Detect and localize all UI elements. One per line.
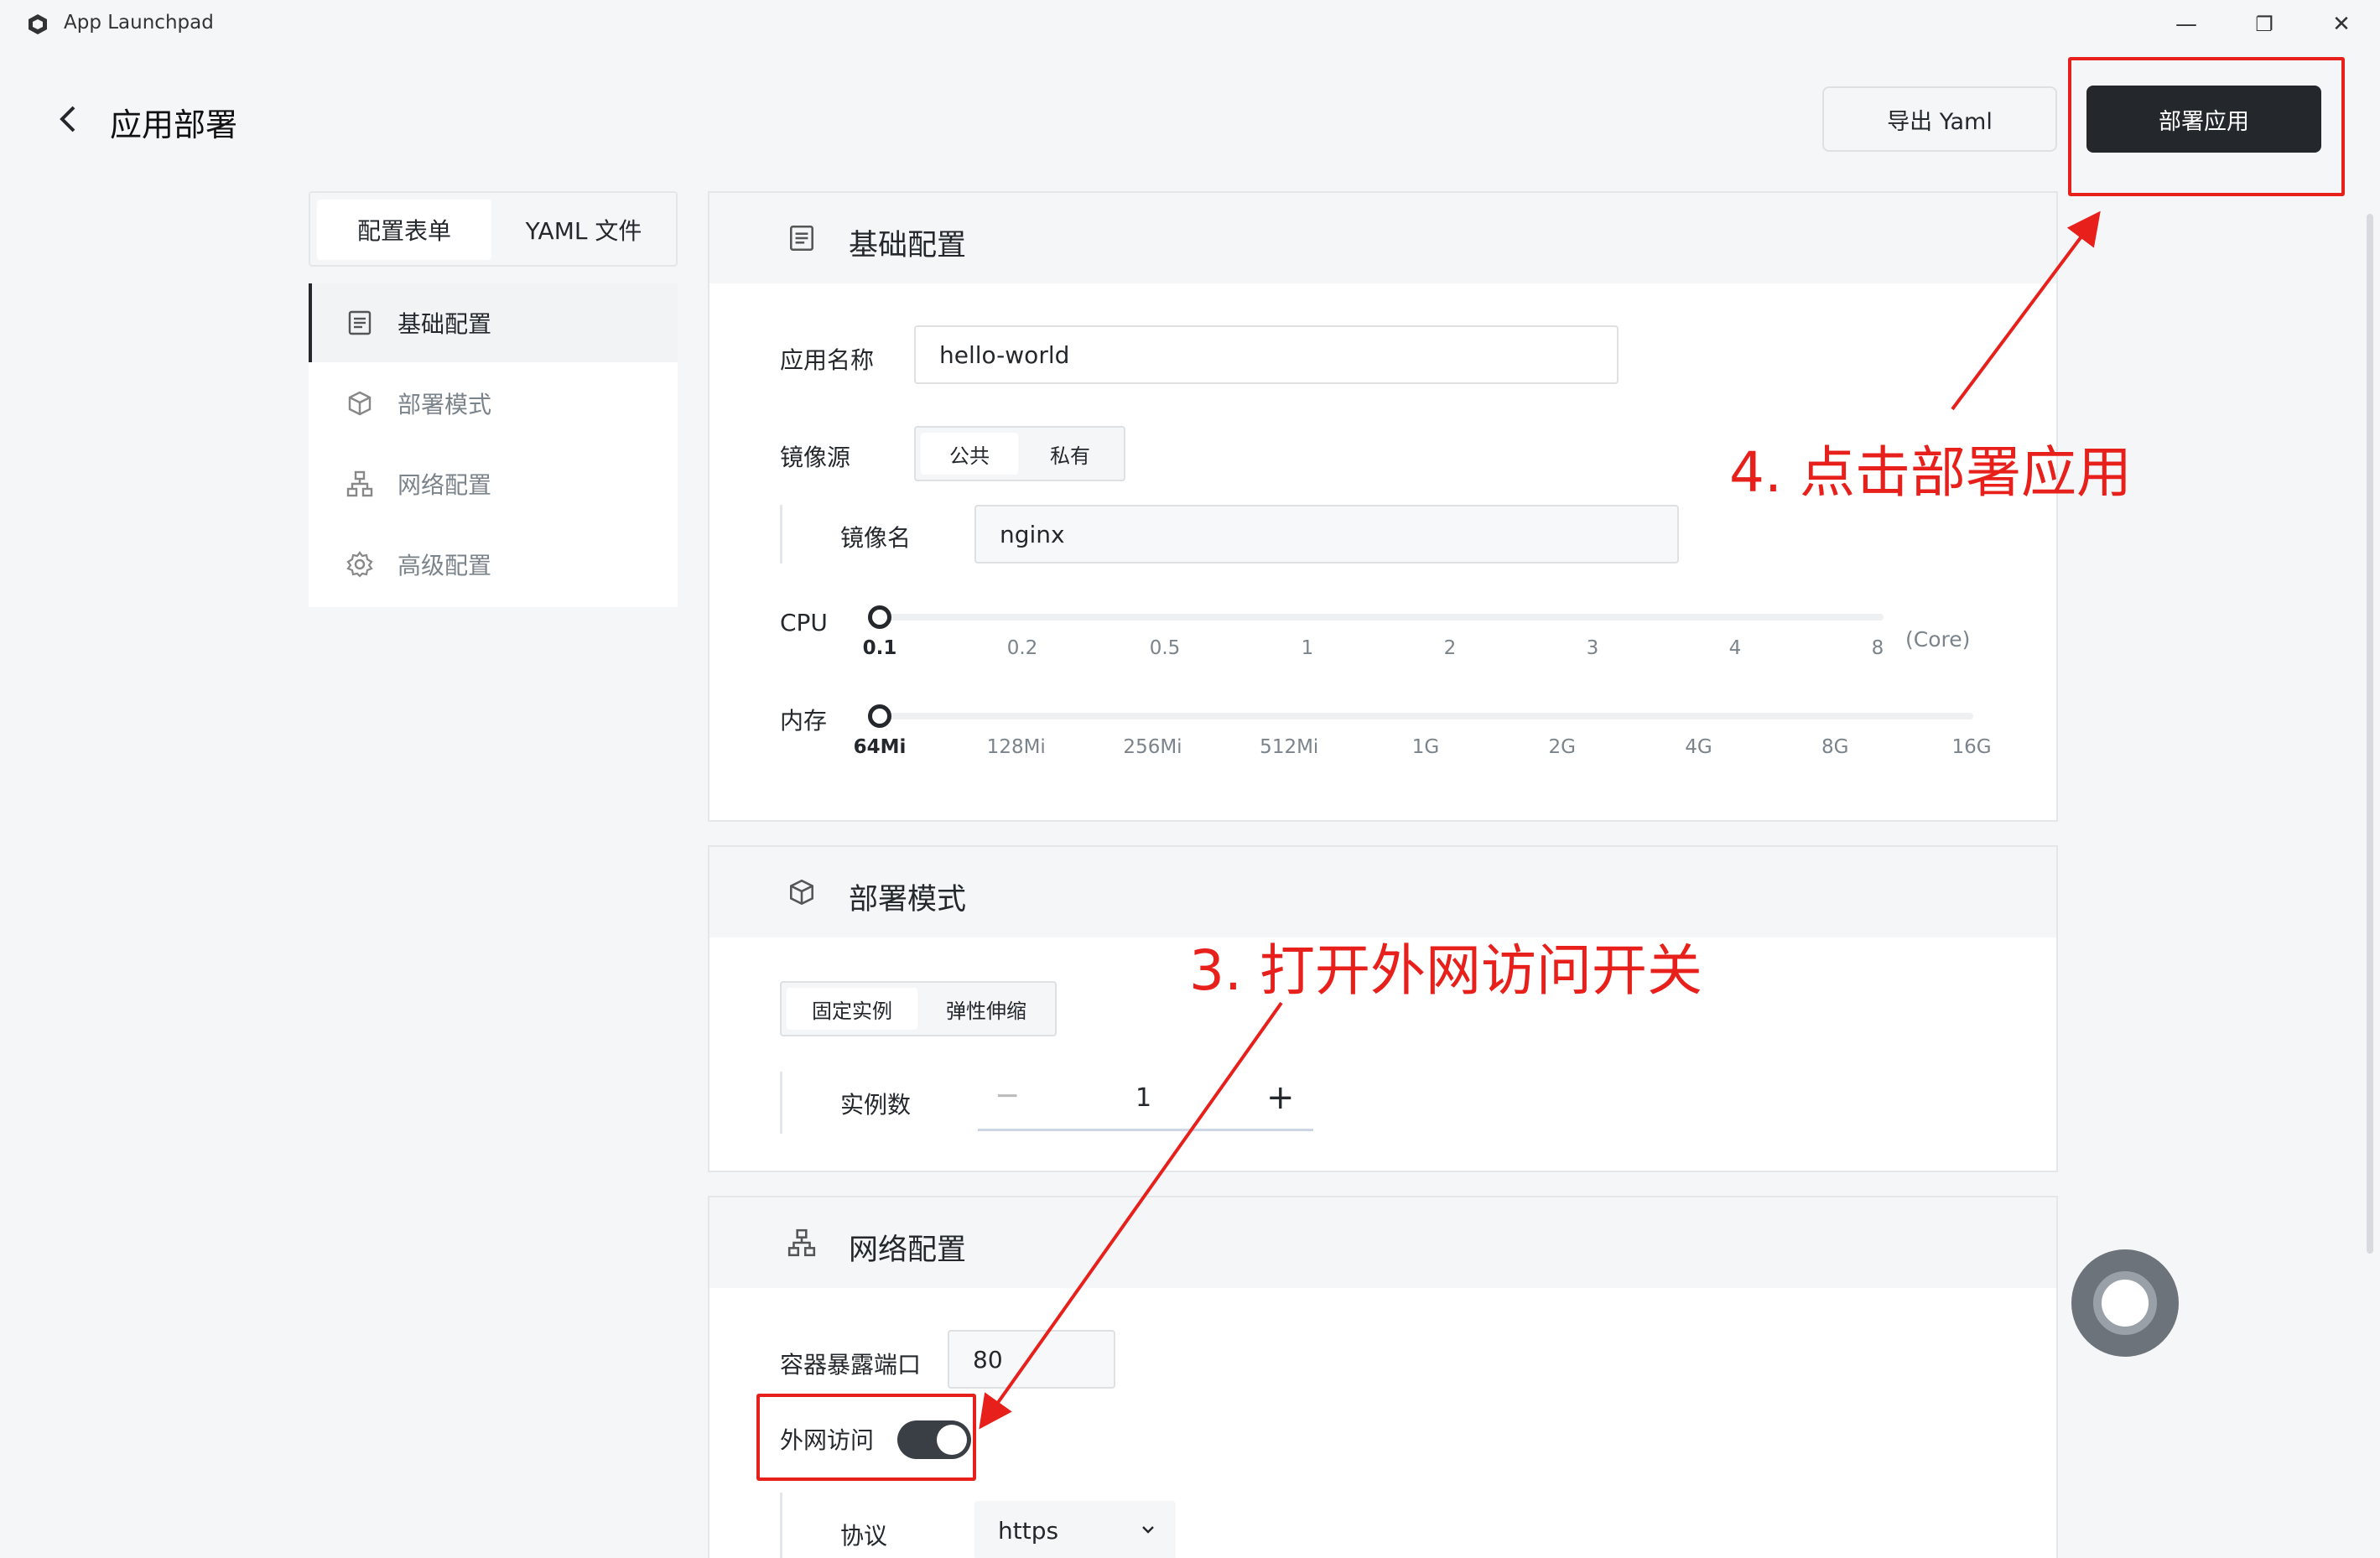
slider-tick[interactable]: 256Mi <box>1123 736 1182 758</box>
container-port-input[interactable]: 80 <box>948 1330 1115 1389</box>
window-title: App Launchpad <box>64 12 214 34</box>
indent-line <box>780 505 782 563</box>
tab-yaml-file[interactable]: YAML 文件 <box>496 200 671 260</box>
section-nav: 基础配置 部署模式 网络配置 高级配置 <box>309 283 678 607</box>
image-name-input[interactable]: nginx <box>974 505 1679 563</box>
network-config-card: 网络配置 容器暴露端口 80 外网访问 协议 https <box>708 1196 2058 1558</box>
page-scrollbar[interactable] <box>2367 214 2373 1254</box>
app-name-input[interactable]: hello-world <box>914 325 1619 384</box>
indent-line <box>780 1493 782 1558</box>
cpu-unit: (Core) <box>1905 627 1971 652</box>
network-icon <box>346 470 373 497</box>
image-source-public[interactable]: 公共 <box>921 433 1018 475</box>
annotation-box-deploy <box>2068 57 2345 196</box>
slider-tick[interactable]: 4G <box>1685 736 1712 758</box>
image-source-label: 镜像源 <box>780 444 851 471</box>
decrement-button[interactable]: − <box>995 1078 1020 1113</box>
page-title: 应用部署 <box>110 106 238 143</box>
document-icon <box>348 310 372 335</box>
network-icon <box>787 1228 816 1257</box>
slider-tick[interactable]: 1 <box>1302 637 1314 659</box>
nav-item-label: 部署模式 <box>398 391 492 418</box>
slider-tick[interactable]: 8 <box>1872 637 1884 659</box>
slider-tick[interactable]: 0.1 <box>863 637 897 659</box>
annotation-step4: 4. 点击部署应用 <box>1729 440 2132 505</box>
nav-item-label: 基础配置 <box>398 310 492 338</box>
annotation-step3: 3. 打开外网访问开关 <box>1189 938 1702 1003</box>
slider-tick[interactable]: 2 <box>1444 637 1457 659</box>
image-source-toggle: 公共 私有 <box>914 426 1125 481</box>
slider-tick[interactable]: 128Mi <box>987 736 1046 758</box>
restore-button[interactable]: ❐ <box>2239 7 2289 42</box>
memory-label: 内存 <box>780 707 828 735</box>
slider-tick[interactable]: 0.5 <box>1150 637 1181 659</box>
slider-tick[interactable]: 1G <box>1412 736 1439 758</box>
document-icon <box>790 225 813 252</box>
protocol-label: 协议 <box>840 1522 888 1550</box>
cpu-label: CPU <box>780 609 828 636</box>
card-header: 网络配置 <box>709 1197 2056 1288</box>
close-button[interactable]: ✕ <box>2316 7 2367 42</box>
slider-tick[interactable]: 4 <box>1729 637 1742 659</box>
gear-icon <box>346 551 373 578</box>
instances-label: 实例数 <box>840 1091 912 1119</box>
floating-assistant-button[interactable] <box>2071 1249 2179 1357</box>
slider-tick[interactable]: 512Mi <box>1260 736 1318 758</box>
image-source-private[interactable]: 私有 <box>1021 433 1119 475</box>
tab-config-form[interactable]: 配置表单 <box>317 200 491 260</box>
deploy-mode-toggle: 固定实例 弹性伸缩 <box>780 981 1057 1036</box>
slider-tick[interactable]: 8G <box>1821 736 1848 758</box>
nav-item-network[interactable]: 网络配置 <box>309 444 678 523</box>
mode-autoscale[interactable]: 弹性伸缩 <box>921 988 1052 1030</box>
card-header: 部署模式 <box>709 847 2056 937</box>
slider-tick[interactable]: 0.2 <box>1007 637 1038 659</box>
nav-item-label: 高级配置 <box>398 552 492 579</box>
slider-tick[interactable]: 3 <box>1587 637 1599 659</box>
deploy-mode-card: 部署模式 固定实例 弹性伸缩 实例数 − 1 + <box>708 845 2058 1172</box>
card-header: 基础配置 <box>709 193 2056 283</box>
memory-slider-handle[interactable] <box>868 704 891 728</box>
minimize-button[interactable]: — <box>2161 7 2211 42</box>
export-yaml-button[interactable]: 导出 Yaml <box>1822 86 2057 152</box>
nav-item-deploy-mode[interactable]: 部署模式 <box>309 364 678 443</box>
mode-fixed-instances[interactable]: 固定实例 <box>787 988 917 1030</box>
protocol-value: https <box>998 1516 1059 1545</box>
card-title: 基础配置 <box>849 229 967 262</box>
memory-slider-track[interactable] <box>881 713 1973 719</box>
nav-item-advanced[interactable]: 高级配置 <box>309 525 678 604</box>
annotation-box-public-access <box>756 1394 976 1481</box>
app-name-label: 应用名称 <box>780 346 875 374</box>
increment-button[interactable]: + <box>1266 1078 1295 1117</box>
cpu-slider-track[interactable] <box>881 614 1884 621</box>
card-title: 网络配置 <box>849 1233 967 1267</box>
title-bar: App Launchpad — ❐ ✕ <box>0 0 2380 49</box>
assistant-ring-icon <box>2093 1271 2157 1335</box>
nav-item-label: 网络配置 <box>398 471 492 499</box>
cpu-slider-handle[interactable] <box>868 605 891 629</box>
instances-value[interactable]: 1 <box>1135 1083 1151 1113</box>
indent-line <box>780 1072 782 1134</box>
chevron-down-icon <box>1142 1526 1154 1534</box>
slider-tick[interactable]: 2G <box>1549 736 1576 758</box>
image-name-label: 镜像名 <box>840 524 912 552</box>
form-mode-tabs: 配置表单 YAML 文件 <box>309 191 678 267</box>
stepper-underline <box>978 1129 1313 1131</box>
slider-tick[interactable]: 16G <box>1951 736 1991 758</box>
app-logo-icon <box>29 14 47 34</box>
cube-icon <box>348 391 372 416</box>
protocol-select[interactable]: https <box>974 1501 1176 1558</box>
cube-icon <box>790 879 813 906</box>
container-port-label: 容器暴露端口 <box>780 1351 922 1379</box>
slider-tick[interactable]: 64Mi <box>854 736 907 758</box>
card-title: 部署模式 <box>849 883 967 917</box>
nav-item-basic[interactable]: 基础配置 <box>309 283 678 362</box>
back-arrow-icon[interactable] <box>55 102 81 136</box>
